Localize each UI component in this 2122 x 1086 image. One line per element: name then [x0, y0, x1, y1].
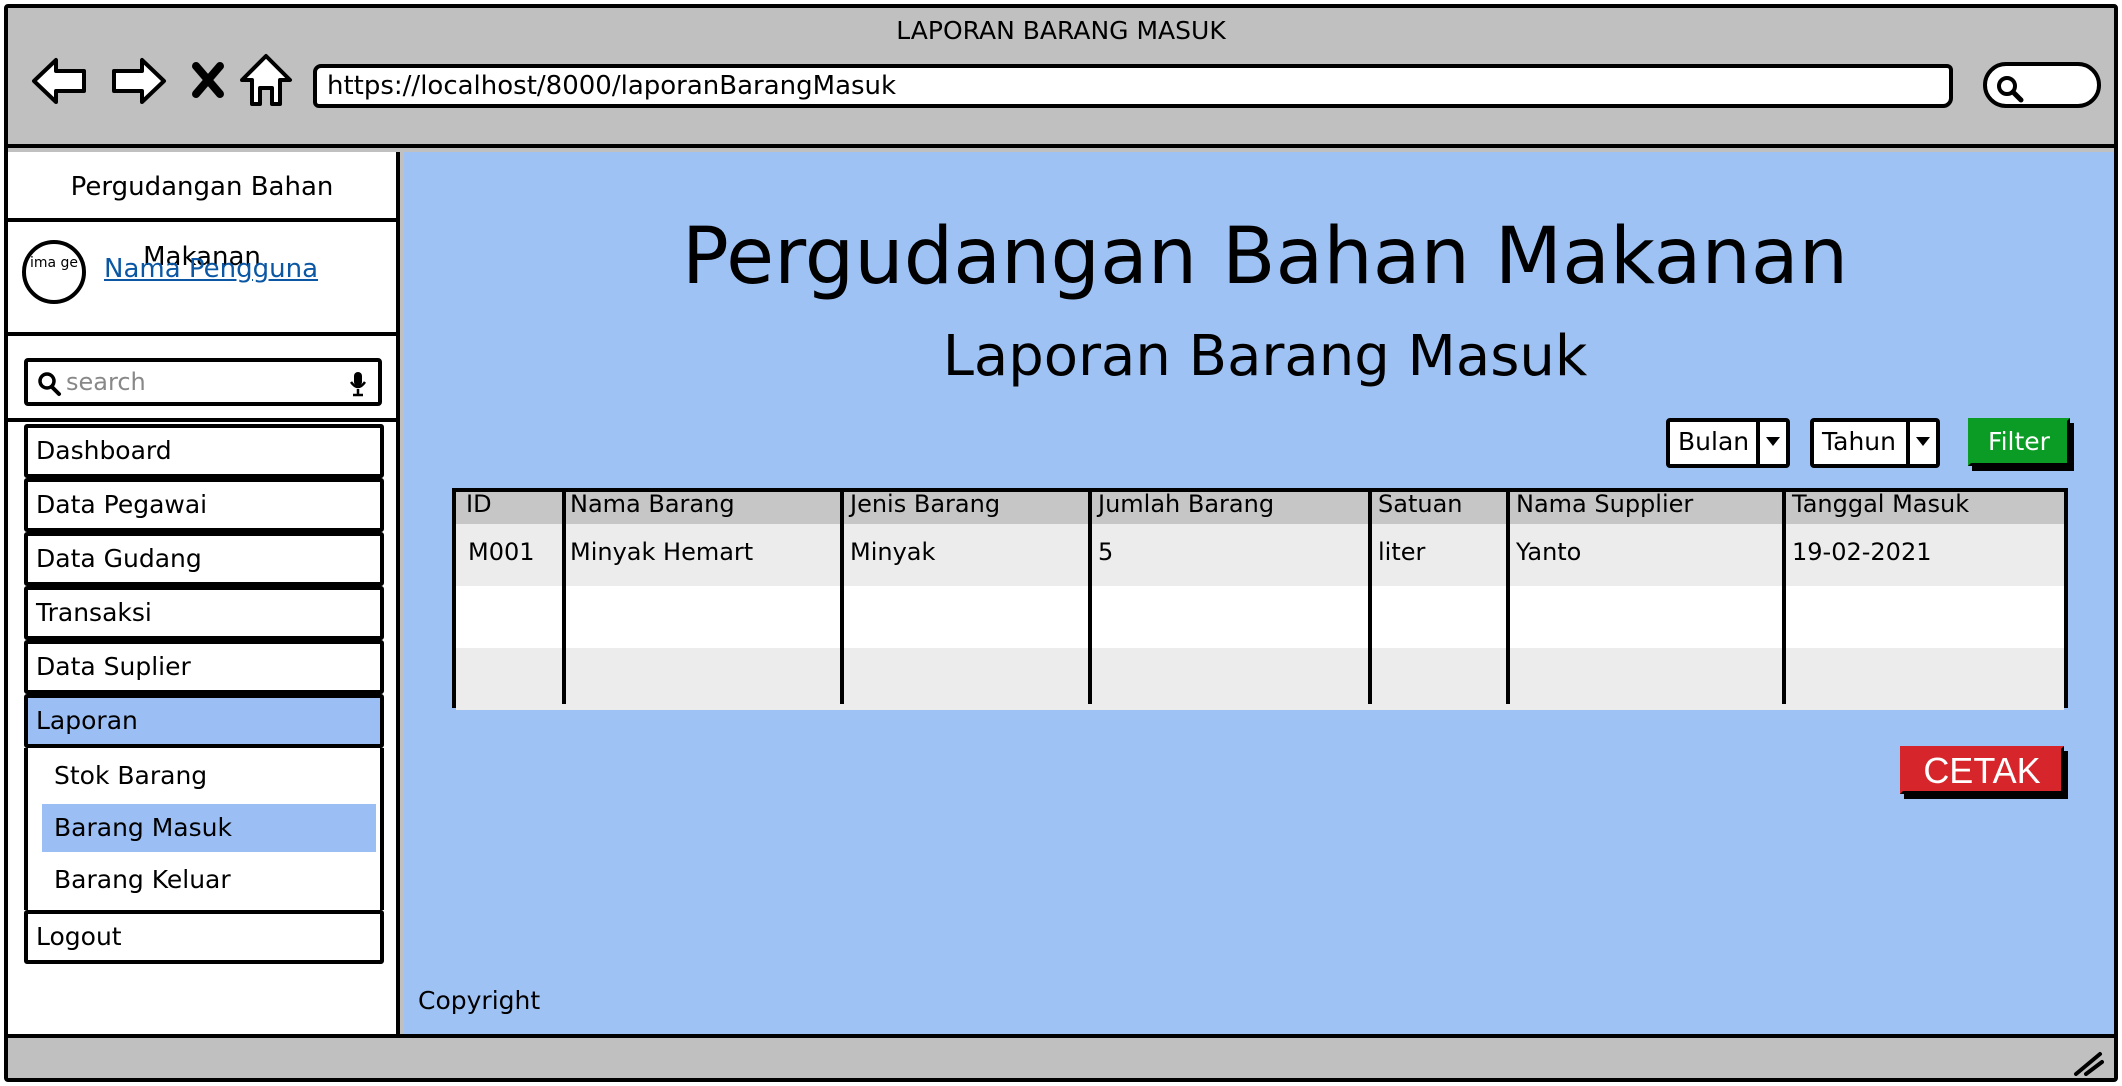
column-header: Tanggal Masuk: [1792, 490, 1970, 518]
year-select[interactable]: Tahun: [1810, 418, 1940, 468]
user-panel: ima ge Nama Pengguna: [8, 226, 396, 336]
avatar: ima ge: [22, 240, 86, 304]
forward-arrow-icon[interactable]: [108, 52, 168, 110]
home-icon[interactable]: [236, 52, 296, 110]
browser-search-box[interactable]: [1983, 62, 2101, 108]
report-table: ID Nama Barang Jenis Barang Jumlah Baran…: [452, 488, 2068, 710]
address-bar[interactable]: https://localhost/8000/laporanBarangMasu…: [313, 64, 1953, 108]
laporan-submenu: Stok Barang Barang Masuk Barang Keluar: [24, 748, 384, 910]
column-divider: [562, 492, 566, 704]
main-panel: Pergudangan Bahan Makanan Laporan Barang…: [404, 152, 2114, 1034]
menu-item-transaksi[interactable]: Transaksi: [24, 586, 384, 640]
filter-button[interactable]: Filter: [1968, 418, 2070, 466]
search-panel: [8, 340, 396, 422]
page-title: Pergudangan Bahan Makanan: [681, 212, 1849, 302]
search-icon: [1997, 76, 2024, 103]
table-header-row: ID Nama Barang Jenis Barang Jumlah Baran…: [456, 490, 2064, 524]
column-header: Jumlah Barang: [1098, 490, 1275, 518]
status-bar: [8, 1034, 2114, 1078]
menu-item-data-gudang[interactable]: Data Gudang: [24, 532, 384, 586]
dropdown-arrow-icon: [1906, 422, 1936, 464]
submenu-item-barang-keluar[interactable]: Barang Keluar: [42, 856, 376, 904]
column-divider: [840, 492, 844, 704]
column-header: Nama Supplier: [1516, 490, 1694, 518]
sidebar-menu: Dashboard Data Pegawai Data Gudang Trans…: [24, 424, 384, 964]
table-row[interactable]: M001 Minyak Hemart Minyak 5 liter Yanto …: [456, 524, 2064, 586]
table-cell: Yanto: [1516, 538, 1582, 566]
resize-grip-icon[interactable]: [2072, 1048, 2104, 1078]
menu-item-logout[interactable]: Logout: [24, 910, 384, 964]
column-header: Nama Barang: [570, 490, 735, 518]
column-divider: [1368, 492, 1372, 704]
user-name-link[interactable]: Nama Pengguna: [104, 254, 318, 284]
window-title: LAPORAN BARANG MASUK: [896, 16, 1226, 45]
table-cell: 5: [1098, 538, 1114, 566]
print-button[interactable]: CETAK: [1900, 746, 2064, 794]
table-cell: liter: [1378, 538, 1426, 566]
stop-icon[interactable]: [188, 52, 228, 110]
footer-copyright: Copyright: [418, 986, 541, 1015]
submenu-item-stok-barang[interactable]: Stok Barang: [42, 752, 376, 800]
table-cell: Minyak Hemart: [570, 538, 754, 566]
month-select-label: Bulan: [1678, 427, 1750, 456]
dropdown-arrow-icon: [1756, 422, 1786, 464]
back-arrow-icon[interactable]: [30, 52, 90, 110]
search-input[interactable]: [66, 366, 336, 398]
table-row[interactable]: [456, 586, 2064, 648]
browser-toolbar: LAPORAN BARANG MASUK https://localhost/8…: [8, 8, 2114, 148]
year-select-label: Tahun: [1822, 427, 1896, 456]
search-icon: [38, 372, 61, 396]
table-row[interactable]: [456, 648, 2064, 710]
microphone-icon[interactable]: [348, 370, 368, 398]
column-divider: [1782, 492, 1786, 704]
sidebar-search: [24, 358, 382, 406]
browser-window: LAPORAN BARANG MASUK https://localhost/8…: [4, 4, 2118, 1082]
table-cell: Minyak: [850, 538, 936, 566]
column-header: Satuan: [1378, 490, 1463, 518]
sidebar: Pergudangan Bahan Makanan ima ge Nama Pe…: [8, 152, 400, 1034]
menu-item-data-suplier[interactable]: Data Suplier: [24, 640, 384, 694]
menu-item-laporan[interactable]: Laporan: [24, 694, 384, 748]
table-cell: 19-02-2021: [1792, 538, 1932, 566]
sidebar-brand: Pergudangan Bahan Makanan: [8, 152, 396, 272]
column-divider: [1506, 492, 1510, 704]
table-cell: M001: [468, 538, 535, 566]
column-header: Jenis Barang: [850, 490, 1001, 518]
column-header: ID: [466, 490, 492, 518]
page-content: Pergudangan Bahan Makanan ima ge Nama Pe…: [8, 152, 2114, 1034]
menu-item-dashboard[interactable]: Dashboard: [24, 424, 384, 478]
month-select[interactable]: Bulan: [1666, 418, 1790, 468]
submenu-item-barang-masuk[interactable]: Barang Masuk: [42, 804, 376, 852]
page-subtitle: Laporan Barang Masuk: [942, 324, 1588, 389]
menu-item-data-pegawai[interactable]: Data Pegawai: [24, 478, 384, 532]
column-divider: [1088, 492, 1092, 704]
